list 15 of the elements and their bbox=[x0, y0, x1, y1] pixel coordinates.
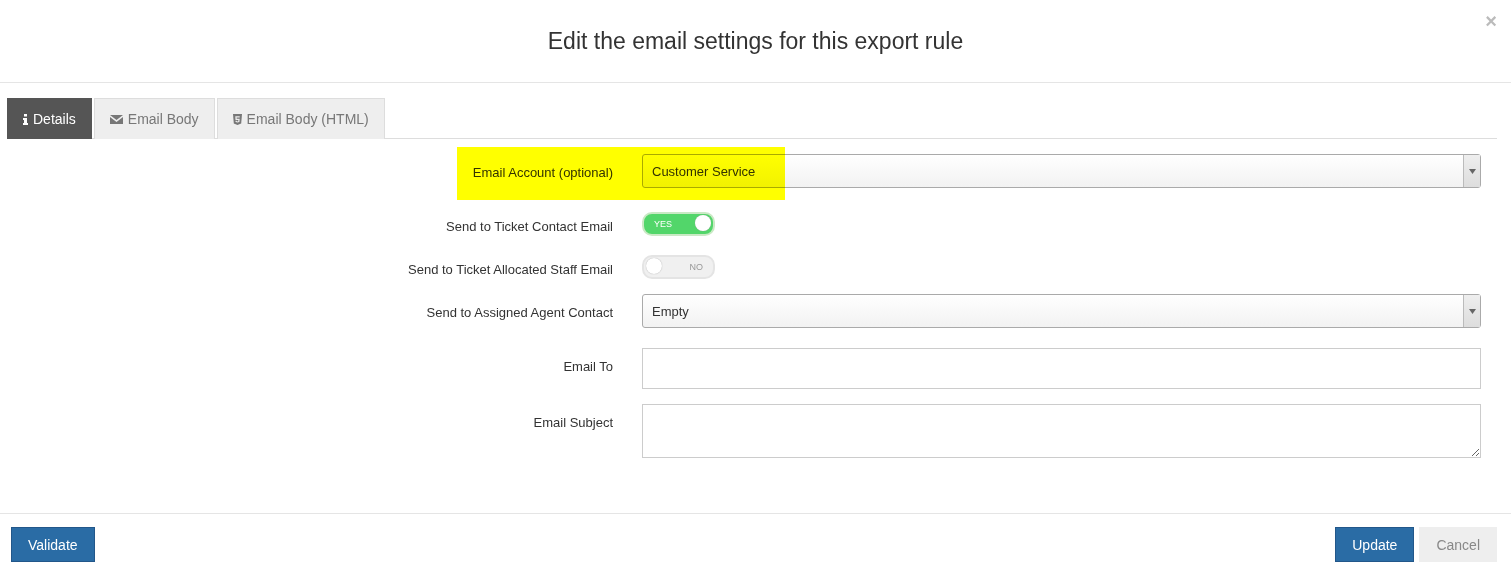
field-label: Send to Ticket Allocated Staff Email bbox=[407, 261, 613, 279]
toggle-switch[interactable]: NO bbox=[642, 255, 715, 279]
update-button[interactable]: Update bbox=[1335, 527, 1415, 562]
select-field[interactable]: Empty bbox=[642, 294, 1481, 328]
field-label: Email Subject bbox=[532, 414, 613, 432]
field-label: Send to Assigned Agent Contact bbox=[425, 304, 613, 322]
validate-button[interactable]: Validate bbox=[11, 527, 95, 562]
dialog-title: Edit the email settings for this export rule bbox=[547, 27, 964, 55]
field-label: Send to Ticket Contact Email bbox=[445, 218, 613, 236]
field-label: Email Account (optional) bbox=[471, 164, 613, 182]
tab[interactable]: Email Body bbox=[93, 98, 215, 139]
tab[interactable]: Details bbox=[7, 98, 92, 139]
field-label: Email To bbox=[562, 358, 613, 376]
tab[interactable]: Email Body (HTML) bbox=[216, 98, 385, 139]
cancel-button[interactable]: Cancel bbox=[1419, 527, 1497, 562]
